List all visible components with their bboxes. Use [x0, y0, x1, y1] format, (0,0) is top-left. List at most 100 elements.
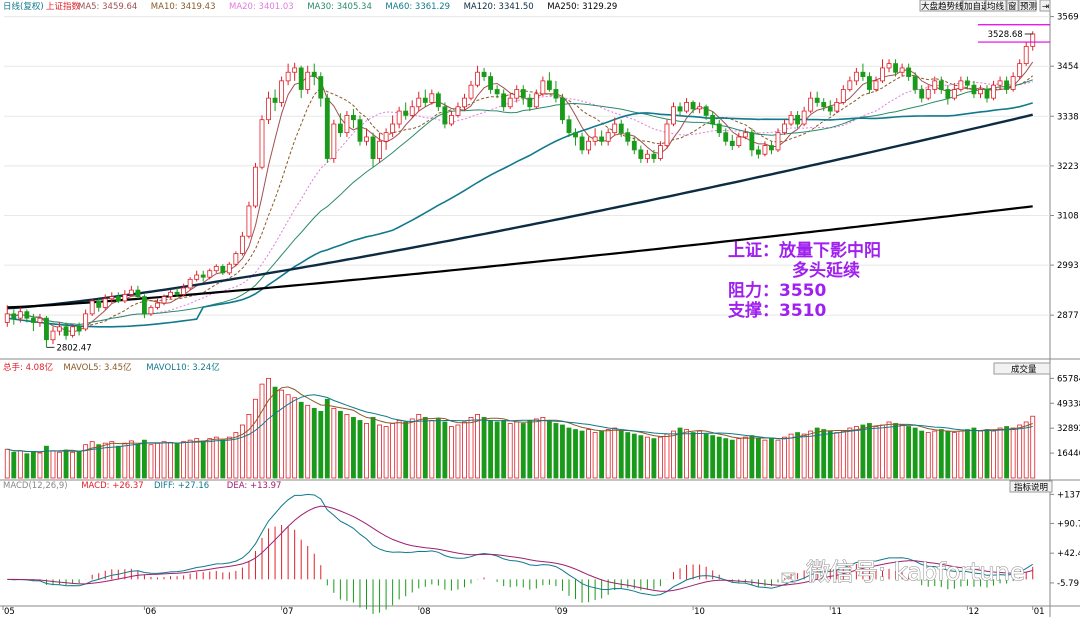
- candle-body: [716, 123, 722, 134]
- candle-body: [775, 132, 781, 151]
- volume-bar: [63, 449, 69, 479]
- candle-body: [501, 93, 507, 108]
- candle-body: [795, 114, 801, 125]
- volume-bar: [938, 429, 944, 479]
- volume-bar: [847, 427, 853, 479]
- candle-body: [337, 123, 343, 134]
- toolbar-button-label: 窗: [1008, 1, 1017, 12]
- candle-body: [1010, 76, 1016, 90]
- volume-bar: [96, 444, 102, 479]
- candle-body: [292, 67, 298, 73]
- volume-bar: [925, 432, 931, 479]
- candle-body: [142, 296, 147, 315]
- candle-body: [984, 89, 990, 99]
- candle-body: [128, 289, 134, 295]
- volume-bar: [226, 436, 232, 479]
- toolbar-button-0[interactable]: 大盘趋势线: [919, 0, 964, 12]
- candle-body: [964, 80, 970, 86]
- candle-body: [814, 97, 820, 103]
- candle-body: [951, 89, 957, 99]
- volume-bar: [488, 420, 494, 479]
- index-name[interactable]: 上证指数: [46, 1, 81, 12]
- volume-bar: [161, 441, 167, 479]
- volume-bar: [991, 430, 996, 479]
- candle-body: [96, 300, 102, 308]
- volume-bar: [964, 429, 970, 479]
- volume-tick-label: 49338: [1057, 399, 1080, 409]
- volume-bar: [481, 417, 487, 479]
- macd-tick-label: +90.73: [1057, 519, 1080, 529]
- volume-bar: [951, 432, 957, 479]
- toolbar-button-3[interactable]: 窗: [1006, 0, 1019, 12]
- candle-body: [4, 313, 10, 323]
- legend-ma60: MA60: 3361.29: [385, 2, 450, 12]
- volume-bar: [658, 436, 663, 479]
- candle-body: [344, 114, 350, 134]
- volume-bar: [690, 432, 696, 479]
- volume-bar: [1004, 426, 1010, 479]
- candle-body: [44, 317, 49, 341]
- candle-body: [729, 140, 735, 146]
- volume-bar: [795, 432, 801, 479]
- volume-bar: [455, 424, 461, 479]
- candle-body: [1017, 63, 1023, 77]
- price-tick-label: 3108: [1057, 211, 1079, 221]
- candle-body: [1023, 45, 1029, 65]
- candle-body: [357, 119, 363, 142]
- candle-body: [226, 263, 232, 274]
- volume-bar: [207, 438, 213, 479]
- volume-bar: [259, 383, 265, 479]
- x-tick-label: 09: [557, 607, 568, 617]
- candle-body: [671, 106, 676, 125]
- volume-bar: [76, 451, 82, 479]
- volume-bar: [579, 430, 585, 479]
- candle-body: [383, 132, 389, 142]
- volume-bar: [1017, 424, 1023, 479]
- candle-body: [919, 89, 925, 99]
- candle-body: [566, 119, 572, 134]
- volume-bar: [128, 440, 134, 479]
- candle-body: [827, 106, 833, 112]
- candle: [324, 93, 330, 163]
- volume-bar: [364, 423, 369, 479]
- toolbar-button-2[interactable]: 均线: [985, 0, 1007, 12]
- volume-bar: [501, 420, 507, 479]
- price-tick-label: 3454: [1057, 62, 1079, 72]
- indicator-help-button[interactable]: 指标说明: [1009, 480, 1053, 493]
- candle-body: [651, 153, 657, 159]
- candle-body: [625, 132, 631, 142]
- volume-bar: [246, 413, 252, 479]
- candle-body: [599, 136, 605, 142]
- volume-tick-label: 65784: [1057, 374, 1080, 384]
- volume-bar: [592, 432, 598, 479]
- volume-bar: [17, 450, 23, 479]
- volume-bar: [586, 429, 592, 479]
- volume-bar: [324, 398, 330, 479]
- candle-body: [906, 67, 912, 77]
- volume-bar: [560, 424, 565, 479]
- kline-chart[interactable]: 日线(复权) 上证指数 MA5: 3459.64 MA10: 3419.43 MA2…: [0, 0, 1080, 617]
- volume-bar: [755, 438, 761, 479]
- volume-indicator-button[interactable]: 成交量: [993, 362, 1051, 375]
- price-tick-label: 2877: [1057, 311, 1079, 321]
- candle-body: [631, 140, 637, 151]
- candle-body: [213, 265, 219, 272]
- volume-bar: [403, 421, 409, 479]
- volume-bar: [853, 426, 859, 479]
- candle-body: [37, 317, 43, 323]
- candle-body: [769, 145, 774, 151]
- candle-body: [560, 97, 565, 121]
- volume-bar: [553, 423, 559, 479]
- close-panel-icon: ⇥: [1042, 2, 1049, 12]
- close-panel-button[interactable]: ⇥: [1039, 0, 1051, 12]
- candle-body: [11, 313, 17, 319]
- volume-bar: [651, 438, 657, 479]
- volume-bar: [396, 420, 402, 479]
- volume-bar: [540, 417, 546, 479]
- candle-body: [860, 71, 866, 77]
- candle-body: [945, 89, 951, 99]
- candle-body: [540, 80, 546, 95]
- watermark-text: 微信号: kabfortune: [806, 558, 1025, 586]
- candle-body: [801, 110, 807, 125]
- toolbar-button-4[interactable]: 预测: [1018, 0, 1037, 12]
